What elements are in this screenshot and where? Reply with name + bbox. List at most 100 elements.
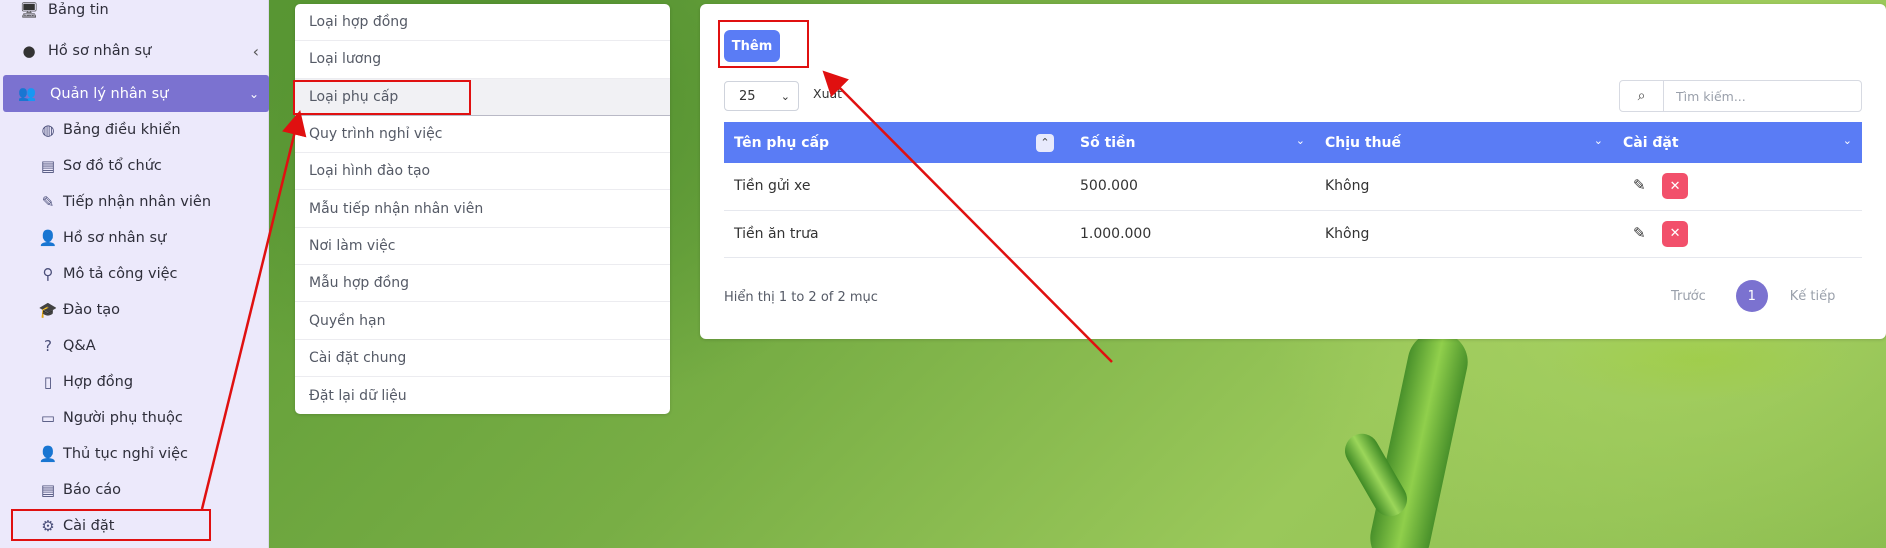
column-header-taxable[interactable]: Chịu thuế ⌄ (1315, 122, 1613, 163)
column-header-amount[interactable]: Số tiền ⌄ (1070, 122, 1315, 163)
sidebar-item-dao-tao[interactable]: 🎓 Đào tạo (0, 292, 269, 328)
edit-icon[interactable]: ✎ (1633, 224, 1646, 242)
question-icon: ? (44, 337, 52, 355)
edit-icon[interactable]: ✎ (1633, 176, 1646, 194)
sidebar: 🖥 Bảng tin ● Hồ sơ nhân sự ‹ 👥 Quản lý n… (0, 0, 269, 548)
settings-menu-item[interactable]: Loại lương (295, 41, 670, 79)
sidebar-item-label: Sơ đồ tổ chức (63, 158, 162, 174)
sidebar-section-label: Quản lý nhân sự (50, 85, 169, 102)
sidebar-item-label: Đào tạo (63, 302, 121, 318)
cell-taxable: Không (1315, 163, 1613, 211)
cell-amount: 500.000 (1070, 163, 1315, 211)
page-size-value: 25 (739, 88, 756, 104)
pagination: Trước 1 Kế tiếp (1671, 280, 1835, 312)
report-list-icon: ▤ (40, 481, 56, 499)
table-info-text: Hiển thị 1 to 2 of 2 mục (724, 290, 878, 305)
sidebar-item-label: Hợp đồng (63, 374, 134, 390)
annotation-box-loai-phu-cap (293, 80, 471, 115)
monitor-icon: 🖥 (19, 1, 39, 19)
settings-menu-item[interactable]: Mẫu hợp đồng (295, 265, 670, 303)
allowance-panel: Thêm 25 ⌄ Xuất ⌕ Tên phụ cấp ⌃ Số tiền ⌄… (700, 4, 1886, 339)
user-circle-icon: ● (22, 42, 36, 60)
sidebar-item-label: Báo cáo (63, 482, 122, 498)
settings-menu-item[interactable]: Mẫu tiếp nhận nhân viên (295, 190, 670, 228)
sidebar-item-so-do-to-chuc[interactable]: ▤ Sơ đồ tổ chức (0, 148, 269, 184)
column-header-label: Số tiền (1080, 134, 1136, 151)
sidebar-item-tiep-nhan-nhan-vien[interactable]: ✎ Tiếp nhận nhân viên (0, 184, 269, 220)
allowance-table: Tên phụ cấp ⌃ Số tiền ⌄ Chịu thuế ⌄ Cài … (724, 122, 1862, 258)
sidebar-item-qa[interactable]: ? Q&A (0, 328, 269, 364)
table-row: Tiền gửi xe 500.000 Không ✎ ✕ (724, 163, 1862, 211)
settings-menu-item[interactable]: Loại hợp đồng (295, 4, 670, 42)
chevron-down-icon: ⌄ (1593, 134, 1603, 147)
chevron-down-icon: ⌄ (1295, 134, 1305, 147)
cell-amount: 1.000.000 (1070, 210, 1315, 258)
table-row: Tiền ăn trưa 1.000.000 Không ✎ ✕ (724, 210, 1862, 258)
annotation-box-them (718, 20, 809, 68)
settings-menu-item[interactable]: Đặt lại dữ liệu (295, 377, 670, 414)
cell-taxable: Không (1315, 210, 1613, 258)
settings-menu-item[interactable]: Nơi làm việc (295, 228, 670, 266)
settings-menu-item[interactable]: Loại hình đào tạo (295, 153, 670, 191)
list-table-icon: ▤ (40, 157, 56, 175)
cell-actions: ✎ ✕ (1613, 210, 1862, 258)
sidebar-item-thu-tuc-nghi-viec[interactable]: 👤 Thủ tục nghỉ việc (0, 436, 269, 472)
column-header-label: Cài đặt (1623, 134, 1679, 151)
sidebar-item-label: Bảng điều khiển (63, 122, 181, 138)
annotation-box-cai-dat (11, 509, 211, 541)
sidebar-item-bang-dieu-khien[interactable]: ◍ Bảng điều khiển (0, 112, 269, 148)
sidebar-item-hop-dong[interactable]: ▯ Hợp đồng (0, 364, 269, 400)
plant-stem (1364, 326, 1474, 548)
sidebar-item-label: Tiếp nhận nhân viên (63, 194, 212, 210)
sidebar-item-label: Thủ tục nghỉ việc (63, 446, 189, 462)
sidebar-item-label: Hồ sơ nhân sự (48, 43, 152, 59)
sidebar-item-bang-tin[interactable]: 🖥 Bảng tin (0, 0, 269, 28)
users-icon: 👥 (18, 86, 37, 102)
chevron-down-icon: ⌄ (1842, 134, 1852, 147)
column-header-label: Tên phụ cấp (734, 134, 830, 151)
cell-name: Tiền ăn trưa (724, 210, 1070, 258)
file-contract-icon: ▯ (43, 373, 53, 391)
sidebar-item-label: Bảng tin (48, 2, 109, 18)
column-header-label: Chịu thuế (1325, 134, 1402, 151)
search-input[interactable] (1664, 81, 1854, 111)
sidebar-item-label: Hồ sơ nhân sự (63, 230, 167, 246)
sidebar-item-nguoi-phu-thuoc[interactable]: ▭ Người phụ thuộc (0, 400, 269, 436)
settings-menu-item[interactable]: Quy trình nghỉ việc (295, 116, 670, 154)
cell-actions: ✎ ✕ (1613, 163, 1862, 211)
export-button[interactable]: Xuất (813, 86, 842, 101)
dashboard-icon: ◍ (41, 121, 55, 139)
edit-icon: ✎ (41, 193, 55, 211)
current-page-button[interactable]: 1 (1735, 280, 1768, 312)
delete-button[interactable]: ✕ (1662, 220, 1689, 247)
settings-menu: Loại hợp đồng Loại lương Loại phụ cấp Qu… (295, 4, 670, 414)
sidebar-item-label: Q&A (63, 338, 96, 354)
graduation-cap-icon: 🎓 (38, 301, 58, 319)
user-remove-icon: 👤 (38, 445, 58, 463)
pin-icon: ⚲ (42, 265, 54, 283)
next-page-button[interactable]: Kế tiếp (1790, 289, 1836, 304)
sidebar-item-mo-ta-cong-viec[interactable]: ⚲ Mô tả công việc (0, 256, 269, 292)
column-header-name[interactable]: Tên phụ cấp ⌃ (724, 122, 1070, 163)
column-header-settings[interactable]: Cài đặt ⌄ (1613, 122, 1862, 163)
sidebar-item-label: Người phụ thuộc (63, 410, 183, 426)
sidebar-item-ho-so-nhan-su[interactable]: ● Hồ sơ nhân sự ‹ (0, 33, 269, 69)
settings-menu-item[interactable]: Quyền hạn (295, 302, 670, 340)
delete-button[interactable]: ✕ (1662, 173, 1689, 200)
sidebar-item-bao-cao[interactable]: ▤ Báo cáo (0, 472, 269, 508)
sidebar-section-quan-ly-nhan-su[interactable]: 👥 Quản lý nhân sự ⌄ (3, 75, 269, 112)
id-card-icon: ▭ (40, 409, 56, 427)
cell-name: Tiền gửi xe (724, 163, 1070, 211)
chevron-down-icon: ⌄ (780, 89, 790, 103)
search-icon[interactable]: ⌕ (1620, 81, 1664, 111)
prev-page-button[interactable]: Trước (1671, 289, 1706, 304)
settings-menu-item[interactable]: Cài đặt chung (295, 340, 670, 377)
page-size-select[interactable]: 25 ⌄ (724, 81, 799, 111)
table-header-row: Tên phụ cấp ⌃ Số tiền ⌄ Chịu thuế ⌄ Cài … (724, 122, 1862, 163)
sort-asc-icon[interactable]: ⌃ (1036, 134, 1054, 152)
chevron-down-icon: ⌄ (248, 86, 259, 101)
search-box: ⌕ (1619, 80, 1862, 112)
chevron-left-icon: ‹ (252, 41, 259, 61)
user-icon: 👤 (38, 229, 58, 247)
sidebar-item-ho-so-nhan-su-sub[interactable]: 👤 Hồ sơ nhân sự (0, 220, 269, 256)
